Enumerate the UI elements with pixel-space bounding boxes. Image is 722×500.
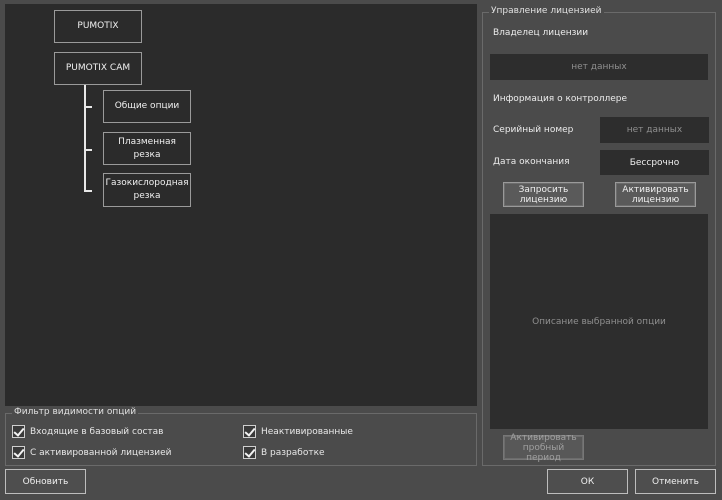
option-description-area: Описание выбранной опции [490,214,708,429]
tree-node-label: PUMOTIX [77,21,119,31]
tree-node-plasma-cutting[interactable]: Плазменная резка [103,132,191,165]
group-title: Фильтр видимости опций [12,407,139,417]
checkbox-not-activated[interactable]: Неактивированные [243,425,353,438]
checkbox-base-package[interactable]: Входящие в базовый состав [12,425,163,438]
checkbox-label: Неактивированные [261,426,353,437]
checkbox-checked-icon[interactable] [12,425,25,438]
tree-connector-line [84,106,92,108]
owner-label: Владелец лицензии [493,28,589,38]
tree-node-label: Газокислородная резка [105,178,189,201]
request-license-button[interactable]: Запросить лицензию [503,182,584,207]
checkbox-in-development[interactable]: В разработке [243,446,325,459]
ok-button[interactable]: ОК [547,469,628,494]
controller-info-label: Информация о контроллере [493,94,628,104]
checkbox-checked-icon[interactable] [243,425,256,438]
checkbox-activated-license[interactable]: С активированной лицензией [12,446,172,459]
owner-field: нет данных [490,54,708,80]
activate-trial-button[interactable]: Активировать пробный период [503,433,584,463]
checkbox-label: В разработке [261,447,325,458]
serial-number-field: нет данных [600,117,709,143]
checkbox-label: Входящие в базовый состав [30,426,164,437]
tree-connector-line [84,149,92,151]
checkbox-checked-icon[interactable] [12,446,25,459]
tree-node-pumotix-cam[interactable]: PUMOTIX CAM [54,52,142,85]
tree-node-pumotix[interactable]: PUMOTIX [54,10,142,43]
tree-node-oxyfuel-cutting[interactable]: Газокислородная резка [103,173,191,207]
activate-license-button[interactable]: Активировать лицензию [615,182,696,207]
tree-node-general-options[interactable]: Общие опции [103,90,191,123]
expiry-date-label: Дата окончания [493,157,570,167]
tree-connector-line [84,190,92,192]
checkbox-checked-icon[interactable] [243,446,256,459]
tree-node-label: Плазменная резка [118,136,176,160]
options-tree-panel: PUMOTIX PUMOTIX CAM Общие опции Плазменн… [5,4,477,406]
refresh-button[interactable]: Обновить [5,469,86,494]
license-management-group: Управление лицензией Владелец лицензии н… [482,6,716,466]
tree-connector-line [84,85,86,192]
checkbox-label: С активированной лицензией [30,447,172,458]
serial-number-label: Серийный номер [493,125,574,135]
cancel-button[interactable]: Отменить [635,469,716,494]
visibility-filter-group: Фильтр видимости опций Входящие в базовы… [5,407,477,466]
tree-node-label: PUMOTIX CAM [65,63,131,73]
expiry-date-field: Бессрочно [600,150,709,175]
group-title: Управление лицензией [489,6,604,16]
tree-node-label: Общие опции [114,101,180,111]
